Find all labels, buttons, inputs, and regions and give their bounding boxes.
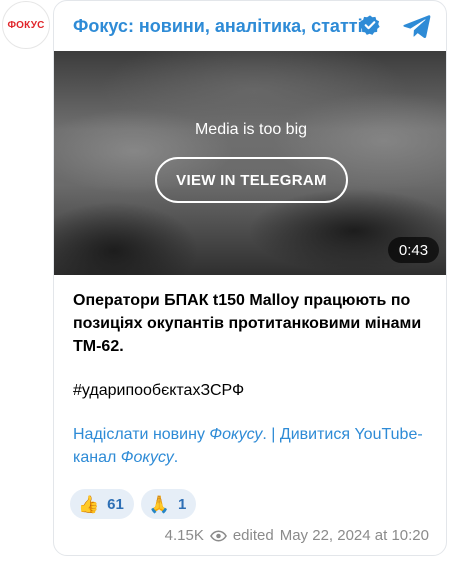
send-news-link[interactable]: Надіслати новину Фокусу bbox=[73, 426, 262, 443]
video-preview[interactable]: Media is too big VIEW IN TELEGRAM 0:43 bbox=[54, 51, 446, 275]
reactions-bar: 👍 61 🙏 1 bbox=[70, 489, 197, 519]
youtube-link-emphasis: Фокусу bbox=[120, 449, 174, 466]
hashtag-link[interactable]: #ударипообєктахЗСРФ bbox=[73, 379, 435, 402]
verified-badge-icon bbox=[359, 15, 380, 35]
channel-name-link[interactable]: Фокус: новини, аналітика, статті bbox=[73, 16, 363, 37]
reaction-count: 1 bbox=[178, 495, 187, 513]
send-news-link-text: Надіслати новину bbox=[73, 426, 210, 443]
reaction-thumbs-up[interactable]: 👍 61 bbox=[70, 489, 134, 519]
post-timestamp[interactable]: May 22, 2024 at 10:20 bbox=[280, 527, 429, 544]
reaction-folded-hands[interactable]: 🙏 1 bbox=[140, 489, 197, 519]
edited-label: edited bbox=[232, 527, 274, 544]
message-body: Оператори БПАК t150 Malloy працюють по п… bbox=[73, 289, 435, 469]
avatar-logo-text: ФОКУС bbox=[7, 19, 45, 31]
view-in-telegram-button[interactable]: VIEW IN TELEGRAM bbox=[155, 157, 348, 203]
message-header: Фокус: новини, аналітика, статті bbox=[54, 1, 446, 51]
telegram-logo-icon[interactable] bbox=[403, 13, 431, 39]
media-too-big-message: Media is too big bbox=[194, 121, 308, 138]
message-meta: 4.15K edited May 22, 2024 at 10:20 bbox=[165, 527, 429, 544]
send-news-link-emphasis: Фокусу bbox=[209, 426, 263, 443]
links-trailing-period: . bbox=[173, 449, 179, 466]
message-text: Оператори БПАК t150 Malloy працюють по п… bbox=[73, 292, 422, 355]
links-separator: . | bbox=[262, 426, 280, 443]
eye-icon bbox=[209, 530, 227, 541]
thumbs-up-icon: 👍 bbox=[78, 494, 100, 514]
message-links: Надіслати новину Фокусу. | Дивитися YouT… bbox=[73, 423, 435, 469]
folded-hands-icon: 🙏 bbox=[148, 494, 171, 514]
view-count: 4.15K bbox=[164, 527, 204, 544]
message-card: Фокус: новини, аналітика, статті Media i… bbox=[53, 0, 447, 556]
video-duration-badge: 0:43 bbox=[388, 237, 439, 263]
channel-avatar[interactable]: ФОКУС bbox=[2, 1, 50, 49]
reaction-count: 61 bbox=[107, 495, 124, 513]
